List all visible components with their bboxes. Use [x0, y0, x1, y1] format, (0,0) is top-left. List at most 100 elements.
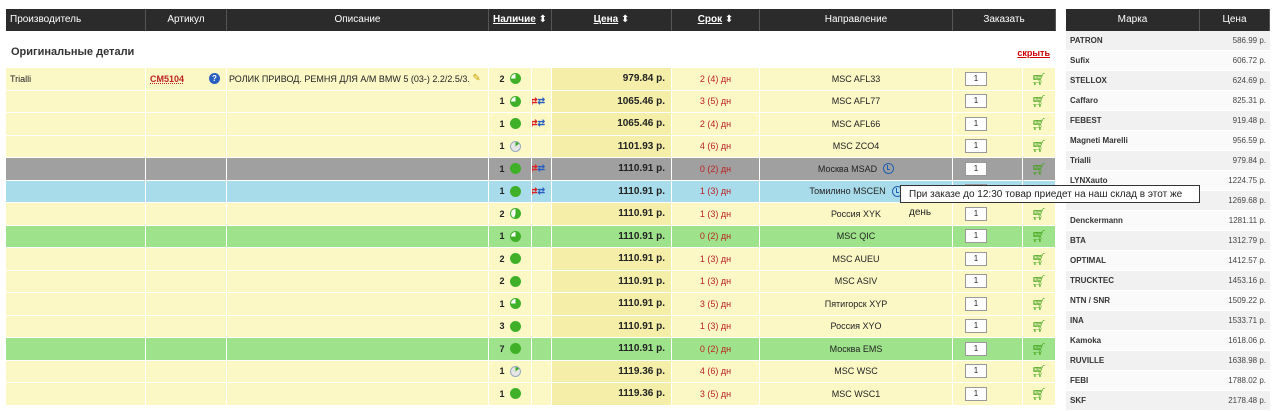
brand-name[interactable]: INA: [1066, 311, 1201, 330]
cart-icon[interactable]: 🛒︎: [1031, 364, 1046, 378]
cart-icon[interactable]: 🛒︎: [1031, 139, 1046, 153]
order-qty-input[interactable]: 1: [965, 206, 987, 221]
order-qty-input[interactable]: 1: [965, 364, 987, 379]
brand-name[interactable]: SKF: [1066, 391, 1201, 410]
order-qty-input[interactable]: 1: [965, 386, 987, 401]
brand-row[interactable]: FEBI 1788.02 р.: [1066, 371, 1270, 391]
order-qty-input[interactable]: 1: [965, 296, 987, 311]
cell-article: [146, 135, 227, 157]
header-term-label[interactable]: Срок: [698, 14, 722, 25]
cart-icon[interactable]: 🛒︎: [1031, 94, 1046, 108]
cart-icon[interactable]: 🛒︎: [1031, 252, 1046, 266]
cart-icon[interactable]: 🛒︎: [1031, 342, 1046, 356]
brand-price: 979.84 р.: [1232, 156, 1266, 165]
sort-icon[interactable]: ⬍: [621, 14, 629, 25]
order-qty-input[interactable]: 1: [965, 161, 987, 176]
price-value: 1110.91 р.: [618, 230, 665, 242]
brand-row[interactable]: TRUCKTEC 1453.16 р.: [1066, 271, 1270, 291]
brand-row[interactable]: Sufix 606.72 р.: [1066, 51, 1270, 71]
brand-row[interactable]: PATRON 586.99 р.: [1066, 31, 1270, 51]
pencil-icon[interactable]: ✎: [472, 73, 480, 84]
cell-article: CM5104?: [146, 68, 227, 90]
cart-icon[interactable]: 🛒︎: [1031, 297, 1046, 311]
sort-icon[interactable]: ⬍: [725, 14, 733, 25]
brand-name[interactable]: PATRON: [1066, 31, 1201, 50]
brand-row[interactable]: BTA 1312.79 р.: [1066, 231, 1270, 251]
order-qty-input[interactable]: 1: [965, 71, 987, 86]
stock-qty: 1: [499, 231, 505, 242]
cell-article: [146, 180, 227, 202]
cell-article: [146, 270, 227, 292]
cell-cart: 🛒︎: [1023, 158, 1056, 180]
brand-row[interactable]: Caffaro 825.31 р.: [1066, 91, 1270, 111]
brand-row[interactable]: STELLOX 624.69 р.: [1066, 71, 1270, 91]
brand-name[interactable]: TRUCKTEC: [1066, 271, 1201, 290]
table-row: 2 1110.91 р. 1 (3) дн Россия XYK 1 🛒︎: [6, 203, 1056, 226]
brand-row[interactable]: RUVILLE 1638.98 р.: [1066, 351, 1270, 371]
order-qty-input[interactable]: 1: [965, 116, 987, 131]
order-qty-input[interactable]: 1: [965, 94, 987, 109]
cart-icon[interactable]: 🛒︎: [1031, 387, 1046, 401]
table-row: 1 1101.93 р. 4 (6) дн MSC ZCO4 1 🛒︎: [6, 135, 1056, 158]
brand-row[interactable]: OPTIMAL 1412.57 р.: [1066, 251, 1270, 271]
cart-icon[interactable]: 🛒︎: [1031, 207, 1046, 221]
header-availability-label[interactable]: Наличие: [493, 14, 536, 25]
help-icon[interactable]: ?: [209, 73, 220, 85]
sort-icon[interactable]: ⬍: [539, 14, 547, 25]
brand-name[interactable]: STELLOX: [1066, 71, 1201, 90]
cart-icon[interactable]: 🛒︎: [1031, 229, 1046, 243]
cell-price: 1119.36 р.: [552, 383, 672, 405]
stock-qty: 7: [499, 343, 505, 354]
brand-name[interactable]: BTA: [1066, 231, 1201, 250]
brand-row[interactable]: Trialli 979.84 р.: [1066, 151, 1270, 171]
cell-order-qty: 1: [953, 68, 1023, 90]
cell-price: 1110.91 р.: [552, 315, 672, 337]
brand-name[interactable]: OPTIMAL: [1066, 251, 1201, 270]
article-link[interactable]: CM5104: [150, 74, 184, 84]
cell-price: 1065.46 р.: [552, 113, 672, 135]
brand-name[interactable]: Trialli: [1066, 151, 1201, 170]
brand-name[interactable]: Caffaro: [1066, 91, 1201, 110]
brand-row[interactable]: SKF 2178.48 р.: [1066, 391, 1270, 411]
cart-icon[interactable]: 🛒︎: [1031, 319, 1046, 333]
hide-group-link[interactable]: скрыть: [1017, 48, 1050, 58]
order-qty-input[interactable]: 1: [965, 319, 987, 334]
cart-icon[interactable]: 🛒︎: [1031, 72, 1046, 86]
brand-name[interactable]: Sufix: [1066, 51, 1201, 70]
brand-name[interactable]: Kamoka: [1066, 331, 1201, 350]
brand-name[interactable]: Denckermann: [1066, 211, 1201, 230]
brand-name[interactable]: NTN / SNR: [1066, 291, 1201, 310]
cell-article: [146, 315, 227, 337]
order-qty-input[interactable]: 1: [965, 229, 987, 244]
order-qty-input[interactable]: 1: [965, 274, 987, 289]
header-term-sort[interactable]: Срок ⬍: [672, 9, 760, 31]
cell-description: [227, 158, 489, 180]
brand-name[interactable]: Magneti Marelli: [1066, 131, 1201, 150]
brand-name[interactable]: FEBI: [1066, 371, 1201, 390]
brand-name[interactable]: FEBEST: [1066, 111, 1201, 130]
header-price-label[interactable]: Цена: [594, 14, 619, 25]
cell-description: [227, 90, 489, 112]
cart-icon[interactable]: 🛒︎: [1031, 274, 1046, 288]
brand-name[interactable]: RUVILLE: [1066, 351, 1201, 370]
order-qty-input[interactable]: 1: [965, 341, 987, 356]
order-qty-input[interactable]: 1: [965, 139, 987, 154]
cell-description: [227, 270, 489, 292]
header-availability-sort[interactable]: Наличие ⬍: [489, 9, 552, 31]
brand-row[interactable]: INA 1533.71 р.: [1066, 311, 1270, 331]
header-brand: Марка: [1066, 9, 1200, 31]
brand-row[interactable]: Kamoka 1618.06 р.: [1066, 331, 1270, 351]
order-qty-input[interactable]: 1: [965, 251, 987, 266]
brand-price: 825.31 р.: [1232, 96, 1266, 105]
cart-icon[interactable]: 🛒︎: [1031, 117, 1046, 131]
clock-icon[interactable]: [883, 163, 895, 175]
brand-row[interactable]: Magneti Marelli 956.59 р.: [1066, 131, 1270, 151]
cell-cart: 🛒︎: [1023, 225, 1056, 247]
cell-cart: 🛒︎: [1023, 293, 1056, 315]
brand-row[interactable]: Denckermann 1281.11 р.: [1066, 211, 1270, 231]
cell-cart: 🛒︎: [1023, 360, 1056, 382]
brand-row[interactable]: NTN / SNR 1509.22 р.: [1066, 291, 1270, 311]
cart-icon[interactable]: 🛒︎: [1031, 162, 1046, 176]
header-price-sort[interactable]: Цена ⬍: [552, 9, 672, 31]
brand-row[interactable]: FEBEST 919.48 р.: [1066, 111, 1270, 131]
